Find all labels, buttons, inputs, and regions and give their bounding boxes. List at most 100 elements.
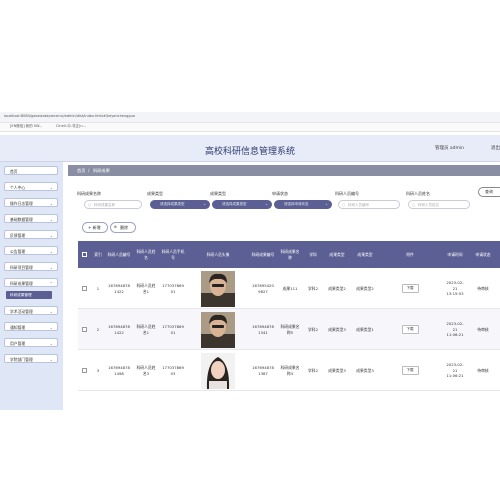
select-all-checkbox[interactable] [78, 241, 91, 268]
sidebar-item-project[interactable]: 科研项目管理 ⌄ [4, 262, 58, 271]
cell-type2: 成果类型3 [356, 367, 374, 373]
th-apply-time[interactable]: 申请时间 [441, 241, 469, 268]
row-checkbox[interactable] [78, 268, 91, 309]
sidebar-item-activity[interactable]: 学术活动管理 ⌄ [4, 306, 58, 315]
th-staff-no[interactable]: 科研人员编号 [105, 241, 133, 268]
filter-label: 科研人员编号 [335, 191, 359, 196]
sidebar-item-result[interactable]: 科研成果管理 ⌃ [4, 278, 58, 287]
chevron-down-icon: ⌄ [49, 265, 53, 270]
cell-apply-time: 2023-02-21 11:06:21 [446, 362, 464, 379]
cell-phone: 17703786901 [162, 283, 184, 294]
add-button[interactable]: + 新增 [82, 222, 108, 233]
sidebar-item-department[interactable]: 学院部门管理 ⌄ [4, 354, 58, 363]
download-button[interactable]: 下载 [401, 325, 419, 334]
admin-label: 管理员 admin [434, 146, 464, 151]
sidebar-item-notification[interactable]: 通知管理 ⌄ [4, 322, 58, 331]
sidebar-item-user[interactable]: 用户管理 ⌄ [4, 338, 58, 347]
cell-staff-no: 1676948781422 [108, 324, 130, 335]
sidebar-item-label: 反馈管理 [10, 233, 26, 238]
sidebar-subitem-result-manage[interactable]: 科研成果管理 [6, 291, 52, 299]
th-result-no[interactable]: 科研成果编号 [249, 241, 277, 268]
sidebar-item-label: 基础数据管理 [10, 217, 33, 222]
bookmark-item[interactable]: [EN微信] 我的 SW... [10, 124, 42, 129]
cell-subject: 学科2 [307, 285, 318, 291]
th-subject[interactable]: 学科 [303, 241, 323, 268]
breadcrumb-current: 科研成果 [93, 168, 110, 173]
filter-type-select[interactable]: 请选择成果类型 ⌄ [150, 200, 210, 209]
sidebar-item-home[interactable]: 首页 [4, 166, 58, 175]
sidebar-item-feedback[interactable]: 反馈管理 ⌄ [4, 230, 58, 239]
sidebar-item-label: 公告管理 [10, 249, 26, 254]
filter-label: 科研成果名称 [77, 191, 101, 196]
cell-result-no: 1676948781387 [252, 365, 274, 376]
search-button[interactable]: 查询 [478, 187, 500, 197]
delete-button[interactable]: ⊗ 删除 [110, 222, 136, 233]
cell-phone: 17703786903 [162, 365, 184, 376]
cell-index: 2 [96, 326, 100, 332]
row-checkbox[interactable] [78, 350, 91, 391]
cell-type1: 成果类型2 [328, 285, 346, 291]
avatar-female-image [201, 352, 235, 389]
cell-type1: 成果类型3 [328, 326, 346, 332]
th-status[interactable]: 申请状态 [469, 241, 497, 268]
cell-index: 1 [96, 285, 100, 291]
sidebar-item-log[interactable]: 操作日志管理 ⌄ [4, 198, 58, 207]
th-attachment[interactable]: 附件 [379, 241, 441, 268]
row-checkbox[interactable] [78, 309, 91, 350]
sidebar-item-notice[interactable]: 公告管理 ⌄ [4, 246, 58, 255]
chevron-down-icon: ⌄ [49, 249, 53, 254]
cell-result-no: 1676948781341 [252, 324, 274, 335]
cell-apply-time: 2023-02-21 11:06:21 [446, 321, 464, 338]
breadcrumb [68, 165, 500, 176]
cell-staff-no: 1676948781422 [108, 283, 130, 294]
cell-result-no: 1676954209827 [252, 283, 274, 294]
cell-subject: 学科2 [307, 367, 318, 373]
filter-name-input[interactable]: ○ 科研成果名称 [84, 200, 142, 209]
cell-staff-name: 科研人员姓名3 [136, 365, 156, 376]
browser-url[interactable]: localhost:8080/gaoxiaokeyanxinxi/admin/d… [4, 114, 135, 118]
chevron-down-icon: ⌄ [49, 233, 53, 238]
breadcrumb-separator: / [88, 168, 90, 173]
filter-staff-no-input[interactable]: ○ 科研人员编号 [338, 200, 400, 209]
sidebar-item-label: 个人中心 [10, 185, 26, 190]
cell-result-name: 科研成果名称5 [280, 324, 300, 335]
filter-label: 科研人员姓名 [406, 191, 430, 196]
th-avatar[interactable]: 科研人员头像 [187, 241, 249, 268]
cell-avatar [187, 350, 249, 391]
filter-status-select[interactable]: 请选择申请状态 ⌄ [274, 200, 332, 209]
filter-type2-select[interactable]: 请选择成果类型 ⌄ [212, 200, 272, 209]
cell-type2: 成果类型2 [356, 285, 374, 291]
cell-avatar [187, 268, 249, 309]
sidebar-item-profile[interactable]: 个人中心 ⌄ [4, 182, 58, 191]
download-button[interactable]: 下载 [401, 366, 419, 375]
avatar-male-image [201, 311, 235, 348]
chevron-down-icon: ⌄ [49, 341, 53, 346]
search-icon: ○ [412, 203, 416, 207]
chevron-down-icon: ⌄ [264, 202, 268, 206]
sidebar-item-label: 首页 [10, 169, 18, 174]
cell-type1: 成果类型3 [328, 367, 346, 373]
cell-status: 待审核 [477, 326, 489, 332]
download-button[interactable]: 下载 [401, 284, 419, 293]
th-staff-name[interactable]: 科研人员姓名 [133, 241, 159, 268]
cell-apply-time: 2023-02-21 13:15:53 [446, 280, 464, 297]
chevron-down-icon: ⌄ [49, 357, 53, 362]
cell-attachment: 下载 [379, 268, 441, 309]
sidebar-item-label: 用户管理 [10, 341, 26, 346]
sidebar-item-label: 学术活动管理 [10, 309, 33, 314]
cell-staff-name: 科研人员姓名1 [136, 283, 156, 294]
logout-link[interactable]: 退出 [491, 145, 500, 151]
cell-phone: 17703786901 [162, 324, 184, 335]
th-phone[interactable]: 科研人员手机号 [159, 241, 187, 268]
search-icon: ○ [88, 203, 92, 207]
cell-type2: 成果类型1 [356, 326, 374, 332]
filter-staff-name-input[interactable]: ○ 科研人员姓名 [408, 200, 470, 209]
th-result-name[interactable]: 科研成果名称 [277, 241, 303, 268]
breadcrumb-home[interactable]: 首页 [77, 165, 85, 176]
sidebar-item-label: 操作日志管理 [10, 201, 33, 206]
chevron-down-icon: ⌄ [49, 217, 53, 222]
sidebar-item-basic-data[interactable]: 基础数据管理 ⌄ [4, 214, 58, 223]
th-type1[interactable]: 成果类型 [323, 241, 351, 268]
bookmark-item[interactable]: CineV-中-非正(n... [56, 124, 86, 129]
th-type2[interactable]: 成果类型 [351, 241, 379, 268]
